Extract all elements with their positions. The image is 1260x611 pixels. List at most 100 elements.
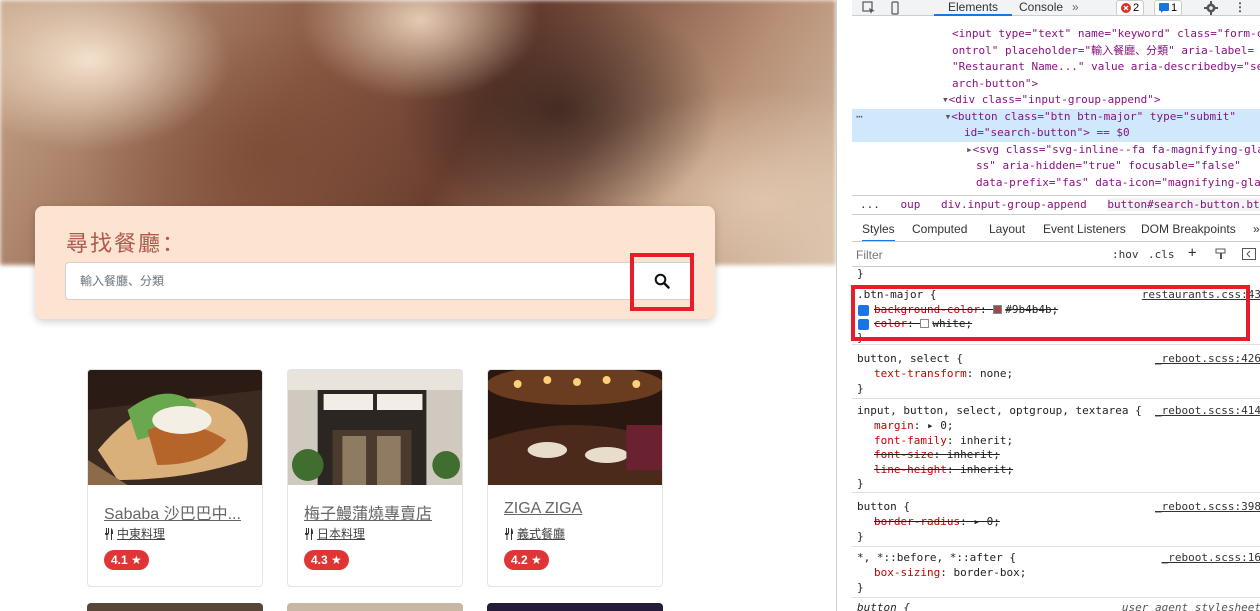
dom-node-text: <svg class="svg-inline--fa fa-magnifying… [972, 142, 1260, 156]
rule-selector[interactable]: input, button, select, optgroup, textare… [857, 404, 1142, 419]
restaurant-name-link[interactable]: 梅子鰻蒲燒專賣店 [304, 500, 454, 524]
styles-filter-input[interactable] [856, 247, 1096, 263]
rating-badge: 4.3 ★ [304, 550, 349, 570]
settings-gear-icon[interactable] [1204, 1, 1218, 15]
restaurant-name-link[interactable]: ZIGA ZIGA [504, 500, 654, 518]
dom-node-text: id="search-button"> == $0 [964, 126, 1130, 139]
property-value: inherit; [960, 462, 1014, 476]
hover-state-toggle[interactable]: :hov [1112, 248, 1139, 261]
dom-node-text: ss" aria-hidden="true" focusable="false" [976, 159, 1241, 172]
tab-console[interactable]: Console [1019, 0, 1063, 16]
style-property[interactable]: font-size: inherit; [874, 448, 1000, 463]
tab-styles[interactable]: Styles [862, 222, 895, 241]
search-button-highlight [630, 253, 694, 311]
device-toolbar-icon[interactable] [888, 1, 902, 15]
rule-source-link[interactable]: _reboot.scss:16 [1162, 551, 1260, 566]
dom-node-line-selected[interactable]: ⋯ ▾<button class="btn btn-major" type="su… [852, 108, 1260, 125]
dom-node-line[interactable]: ss" aria-hidden="true" focusable="false" [852, 158, 1260, 175]
breadcrumb-more[interactable]: ... [860, 198, 880, 211]
rule-selector[interactable]: *, *::before, *::after { [857, 551, 1016, 566]
tab-computed[interactable]: Computed [912, 222, 967, 236]
node-ellipsis-icon[interactable]: ⋯ [852, 110, 863, 123]
message-count: 1 [1171, 2, 1178, 14]
new-rule-icon[interactable]: + [1188, 245, 1196, 261]
tab-dom-breakpoints[interactable]: DOM Breakpoints [1141, 222, 1236, 236]
dom-node-text: data-prefix="fas" data-icon="magnifying-… [976, 175, 1260, 189]
dom-node-text: <div class="input-group-append"> [948, 93, 1161, 106]
dom-node-line[interactable]: "Restaurant Name..." value aria-describe… [852, 59, 1260, 76]
rating-badge: 4.2 ★ [504, 550, 549, 570]
style-rule-highlight [851, 285, 1250, 341]
elements-tree: <input type="text" name="keyword" class=… [852, 17, 1260, 195]
class-toggle[interactable]: .cls [1148, 248, 1175, 261]
dom-node-text: ontrol" placeholder="輸入餐廳、分類" aria-label… [952, 43, 1255, 57]
restaurant-category-label: 日本料理 [317, 527, 366, 541]
dom-node-line[interactable]: ontrol" placeholder="輸入餐廳、分類" aria-label… [852, 43, 1260, 60]
dom-node-line[interactable]: arch-button"> [852, 76, 1260, 93]
error-icon [1121, 3, 1131, 13]
restaurant-card[interactable]: ZIGA ZIGA 義式餐廳 4.2 ★ [487, 369, 663, 587]
rule-selector[interactable]: button, select { [857, 352, 963, 367]
style-property[interactable]: text-transform: none; [874, 367, 1013, 382]
style-property[interactable]: box-sizing: border-box; [874, 566, 1026, 581]
dom-node-line[interactable]: data-prefix="fas" data-icon="magnifying-… [852, 175, 1260, 192]
restaurant-card[interactable]: 梅子鰻蒲燒專賣店 日本料理 4.3 ★ [287, 369, 463, 587]
property-value: ▸ 0; [973, 515, 1000, 528]
paint-roller-icon[interactable] [1215, 248, 1227, 260]
breadcrumb-item[interactable]: oup [901, 198, 921, 211]
style-rule: *, *::before, *::after { _reboot.scss:16… [852, 548, 1260, 598]
restaurant-category[interactable]: 日本料理 [304, 525, 365, 542]
styles-subtabs: Styles Computed Layout Event Listeners D… [852, 218, 1260, 242]
kebab-menu-icon[interactable]: ⋮ [1234, 0, 1246, 16]
tab-layout[interactable]: Layout [989, 222, 1025, 236]
utensils-icon [505, 527, 513, 540]
breadcrumb-item[interactable]: div.input-group-append [941, 198, 1087, 211]
rating-value: 4.1 [111, 553, 128, 567]
breadcrumb-item-active[interactable]: button#search-button.btn.btn-major [1107, 198, 1260, 211]
tab-event-listeners[interactable]: Event Listeners [1043, 222, 1126, 236]
property-name: box-sizing [874, 566, 941, 579]
message-count-badge[interactable]: 1 [1154, 0, 1183, 16]
rule-selector[interactable]: button { [857, 601, 910, 611]
style-property[interactable]: margin: ▸ 0; [874, 419, 954, 434]
dom-node-line[interactable]: ▸<svg class="svg-inline--fa fa-magnifyin… [852, 142, 1260, 159]
restaurant-name-link[interactable]: Sababa 沙巴巴中... [104, 500, 254, 524]
dom-node-line[interactable]: <input type="text" name="keyword" class=… [852, 26, 1260, 43]
property-value: border-box; [953, 566, 1027, 579]
collapse-triangle-icon[interactable]: ▸ [852, 143, 973, 156]
property-name: margin [874, 419, 914, 432]
restaurant-card-partial[interactable] [87, 603, 263, 611]
dom-node-line[interactable]: ▾<div class="input-group-append"> [852, 92, 1260, 109]
property-name: line-height [874, 462, 947, 476]
star-icon: ★ [531, 553, 542, 567]
style-property[interactable]: line-height: inherit; [874, 463, 1013, 478]
restaurant-card-partial[interactable] [287, 603, 463, 611]
star-icon: ★ [131, 553, 142, 567]
restaurant-photo [288, 370, 462, 485]
dom-node-line-selected[interactable]: id="search-button"> == $0 [852, 125, 1260, 142]
style-property[interactable]: font-family: inherit; [874, 434, 1013, 449]
restaurant-card-partial[interactable] [487, 603, 663, 611]
restaurant-card[interactable]: Sababa 沙巴巴中... 中東料理 4.1 ★ [87, 369, 263, 587]
more-subtabs-icon[interactable]: » [1253, 222, 1260, 236]
toggle-sidebar-icon[interactable] [1242, 248, 1256, 260]
style-rule: button { _reboot.scss:398 border-radius:… [852, 497, 1260, 547]
error-count-badge[interactable]: 2 [1116, 0, 1145, 16]
expand-triangle-icon[interactable]: ▾ [852, 93, 949, 106]
inspect-element-icon[interactable] [862, 1, 876, 15]
tab-elements[interactable]: Elements [934, 0, 1013, 16]
search-input[interactable] [65, 262, 631, 300]
restaurant-category[interactable]: 中東料理 [104, 525, 165, 542]
rule-selector[interactable]: button { [857, 500, 910, 515]
restaurant-category[interactable]: 義式餐廳 [504, 525, 565, 542]
rule-source-link[interactable]: _reboot.scss:414 [1155, 404, 1260, 419]
property-name: font-size [874, 448, 934, 461]
rule-source-link[interactable]: _reboot.scss:398 [1155, 500, 1260, 515]
style-property[interactable]: border-radius: ▸ 0; [874, 515, 1000, 530]
search-panel: 尋找餐廳： [35, 206, 715, 319]
rule-source-link[interactable]: _reboot.scss:426 [1155, 352, 1260, 367]
property-name: border-radius [874, 515, 961, 528]
expand-triangle-icon[interactable]: ▾ [863, 110, 952, 123]
more-tabs-icon[interactable]: » [1072, 0, 1079, 16]
search-title: 尋找餐廳： [66, 231, 187, 256]
